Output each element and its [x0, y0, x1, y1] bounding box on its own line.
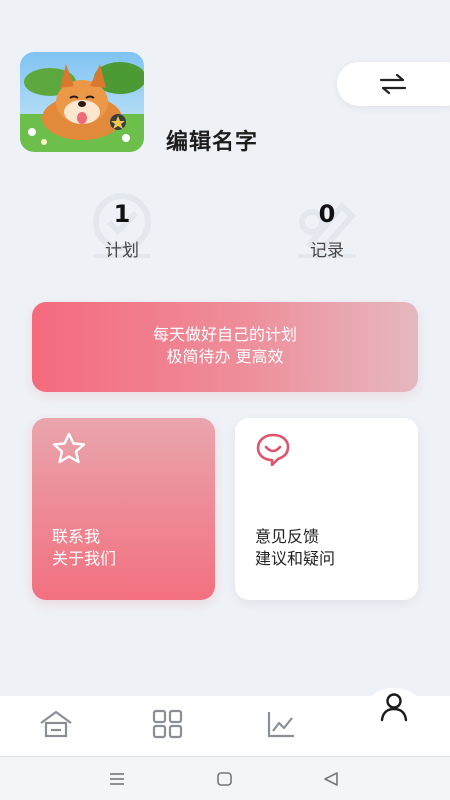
- banner-line-2: 极简待办 更高效: [166, 347, 284, 366]
- stat-plans[interactable]: 1 计划: [67, 192, 177, 272]
- stat-records[interactable]: 0 记录: [272, 192, 382, 272]
- home-icon: [40, 710, 72, 738]
- dog-avatar-image: [20, 52, 144, 152]
- record-count: 0: [318, 200, 336, 228]
- banner-line-1: 每天做好自己的计划: [152, 325, 297, 344]
- slogan-banner: 每天做好自己的计划 极简待办 更高效: [32, 302, 418, 392]
- person-icon: [380, 693, 408, 722]
- smile-chat-icon: [256, 433, 290, 466]
- contact-card[interactable]: 联系我 关于我们: [32, 418, 215, 600]
- plan-count: 1: [113, 200, 131, 228]
- back-icon[interactable]: [322, 771, 340, 787]
- record-label: 记录: [310, 241, 344, 261]
- plan-label: 计划: [105, 241, 139, 261]
- star-icon: [52, 432, 86, 464]
- avatar[interactable]: [20, 52, 144, 152]
- username-label[interactable]: 编辑名字: [166, 124, 258, 156]
- home-square-icon[interactable]: [216, 771, 234, 787]
- contact-line-2: 关于我们: [52, 549, 117, 568]
- menu-icon[interactable]: [108, 771, 126, 787]
- contact-line-1: 联系我: [52, 527, 101, 546]
- chart-icon: [267, 712, 294, 738]
- tab-home[interactable]: [38, 709, 74, 739]
- tab-profile[interactable]: [380, 692, 408, 726]
- feedback-line-1: 意见反馈: [255, 527, 320, 546]
- feedback-card[interactable]: 意见反馈 建议和疑问: [235, 418, 418, 600]
- tab-statistics[interactable]: [266, 709, 302, 739]
- tab-categories[interactable]: [152, 709, 188, 739]
- swap-arrows-icon: [379, 74, 407, 94]
- feedback-line-2: 建议和疑问: [255, 549, 336, 568]
- system-nav-bar: [0, 756, 450, 800]
- grid-icon: [152, 709, 183, 739]
- switch-button[interactable]: [337, 62, 450, 106]
